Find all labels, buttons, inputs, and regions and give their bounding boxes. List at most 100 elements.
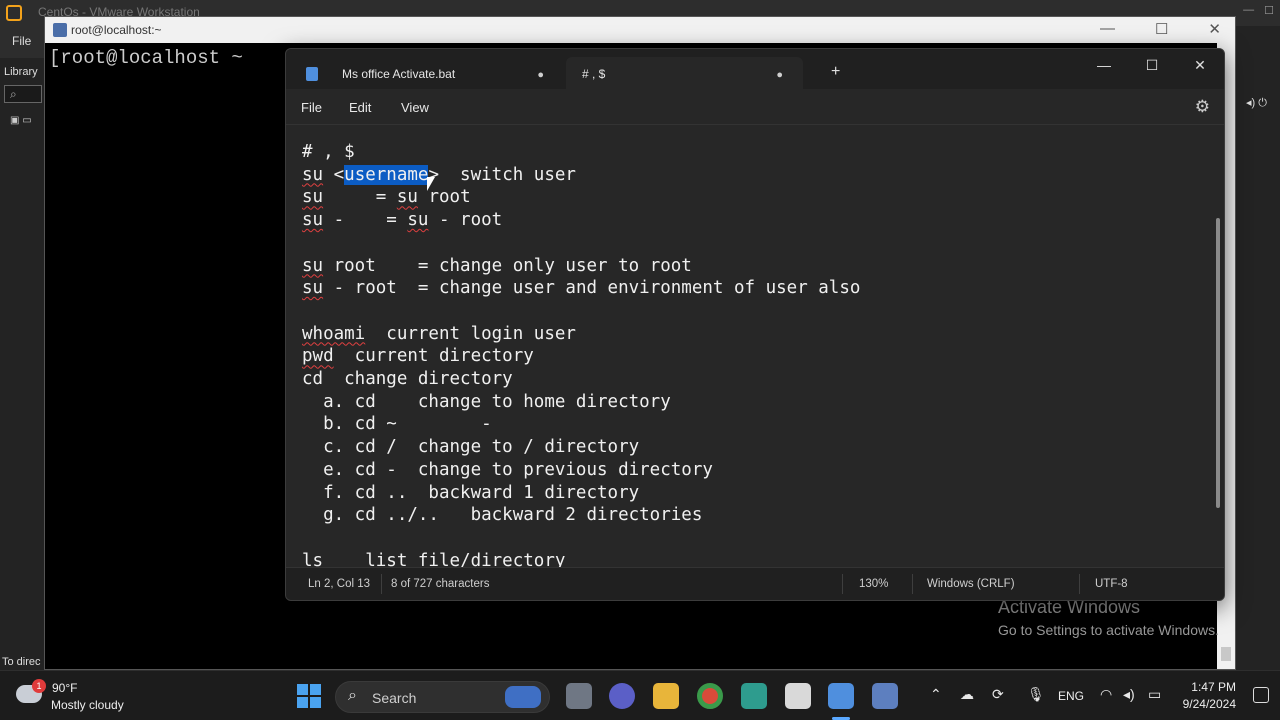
text-line: > switch user [428, 164, 576, 185]
mouse-cursor-icon [427, 177, 435, 191]
status-divider [842, 574, 843, 594]
tab-label: # , $ [582, 67, 606, 81]
console-minimize-icon[interactable]: — [1100, 20, 1115, 38]
menu-view[interactable]: View [401, 100, 429, 115]
onedrive-icon[interactable]: ☁ [960, 686, 974, 703]
menu-edit[interactable]: Edit [349, 100, 371, 115]
text-line: - = [323, 210, 408, 231]
text-line: su [396, 187, 418, 208]
activate-windows-watermark: Activate Windows Go to Settings to activ… [998, 597, 1219, 638]
language-indicator[interactable]: ENG [1058, 689, 1084, 703]
start-button[interactable] [297, 684, 321, 708]
notepad-window: Ms office Activate.bat ● # , $ ● + — ☐ ✕… [285, 48, 1225, 601]
sync-icon[interactable]: ⟳ [992, 686, 1004, 703]
terminal-icon [53, 23, 67, 37]
editor-content[interactable]: # , $ su <username> switch user su = su … [302, 141, 860, 569]
close-icon[interactable]: ✕ [1176, 49, 1224, 81]
selected-text: username [344, 164, 429, 185]
console-close-icon[interactable]: ✕ [1208, 20, 1221, 38]
tab-active-document[interactable]: # , $ ● [566, 57, 803, 89]
editor-scrollbar[interactable] [1216, 218, 1220, 508]
weather-description: Mostly cloudy [51, 698, 124, 712]
menu-file[interactable]: File [301, 100, 322, 115]
battery-icon[interactable]: ▭ [1148, 686, 1161, 703]
encoding[interactable]: UTF-8 [1095, 578, 1128, 590]
text-line: current login user [365, 323, 576, 344]
zoom-level[interactable]: 130% [859, 578, 888, 590]
text-editor[interactable]: # , $ su <username> switch user su = su … [286, 126, 1224, 569]
notification-center-icon[interactable] [1253, 687, 1269, 703]
line-ending[interactable]: Windows (CRLF) [927, 578, 1015, 590]
desktop: CentOs - VMware Workstation — ☐ File Lib… [0, 0, 1280, 720]
text-line: whoami [302, 323, 366, 344]
text-line: root = change only user to root [323, 255, 692, 276]
windows-logo-icon [297, 684, 308, 695]
text-line: su [302, 255, 324, 276]
minimize-icon[interactable]: — [1080, 49, 1128, 81]
search-label: Search [372, 690, 417, 706]
console-titlebar: root@localhost:~ — ☐ ✕ [45, 17, 1235, 43]
notepad-icon [306, 67, 318, 81]
taskbar: 1 90°F Mostly cloudy ⌕ Search ⌃ ☁ ⟳ 🎙 EN… [0, 670, 1280, 720]
file-explorer-icon[interactable] [653, 683, 679, 709]
tab-ms-office-activate[interactable]: Ms office Activate.bat ● [296, 57, 564, 89]
notepad-taskbar-icon[interactable] [828, 683, 854, 709]
text-line: g. cd ../.. backward 2 directories [302, 505, 703, 526]
notepad-statusbar: Ln 2, Col 13 8 of 727 characters 130% Wi… [286, 567, 1224, 600]
activate-subtitle: Go to Settings to activate Windows. [998, 622, 1219, 638]
text-line: e. cd - change to previous directory [302, 459, 713, 480]
clock-time: 1:47 PM [1191, 680, 1236, 694]
text-line: su [407, 210, 429, 231]
vmware-logo-icon [6, 5, 22, 21]
wifi-icon[interactable]: ◠ [1100, 686, 1112, 703]
notification-badge: 1 [32, 679, 46, 693]
console-maximize-icon[interactable]: ☐ [1155, 20, 1168, 38]
text-line: a. cd change to home directory [302, 391, 671, 412]
new-tab-button[interactable]: + [831, 63, 840, 81]
tab-label: Ms office Activate.bat [342, 67, 456, 81]
vmware-library-panel: Library ⌕ ▣ ▭ To direc [0, 58, 46, 670]
text-line: - root = change user and environment of … [323, 278, 861, 299]
text-line: root [417, 187, 471, 208]
clock[interactable]: 1:47 PM 9/24/2024 [1180, 680, 1236, 711]
maximize-icon[interactable]: ☐ [1128, 49, 1176, 81]
text-line: c. cd / change to / directory [302, 437, 640, 458]
text-line: - root [428, 210, 503, 231]
taskbar-search[interactable]: ⌕ Search [335, 681, 550, 713]
text-line: cd change directory [302, 369, 513, 390]
office-icon[interactable] [785, 683, 811, 709]
vmware-icon[interactable] [741, 683, 767, 709]
library-tree-item[interactable]: ▣ ▭ [10, 115, 32, 126]
text-line: current directory [333, 346, 534, 367]
unsaved-dot-icon[interactable]: ● [537, 69, 544, 81]
console-prompt: [root@localhost ~ [49, 47, 243, 69]
gear-icon[interactable]: ⚙ [1195, 97, 1210, 117]
cursor-position: Ln 2, Col 13 [308, 578, 371, 590]
teams-icon[interactable] [609, 683, 635, 709]
chrome-icon[interactable] [697, 683, 723, 709]
network-app-icon[interactable] [872, 683, 898, 709]
task-view-icon[interactable] [566, 683, 592, 709]
library-search-input[interactable]: ⌕ [4, 85, 42, 103]
console-title: root@localhost:~ [71, 23, 162, 37]
status-divider [1079, 574, 1080, 594]
text-line: = [323, 187, 397, 208]
text-line: b. cd ~ - [302, 414, 492, 435]
console-scrollbar-thumb[interactable] [1221, 647, 1231, 661]
text-line: su [302, 187, 324, 208]
status-divider [381, 574, 382, 594]
chevron-up-icon[interactable]: ⌃ [930, 686, 942, 703]
vmware-menu-file[interactable]: File [12, 34, 31, 48]
vmware-maximize-icon[interactable]: ☐ [1264, 4, 1274, 17]
text-line: su [302, 164, 324, 185]
notepad-tabbar: Ms office Activate.bat ● # , $ ● + — ☐ ✕ [286, 49, 1224, 89]
volume-icon[interactable]: ◂) [1123, 686, 1135, 703]
console-window-controls: — ☐ ✕ [1100, 20, 1221, 38]
vmware-minimize-icon[interactable]: — [1243, 4, 1254, 17]
text-line: < [323, 164, 345, 185]
microphone-icon[interactable]: 🎙 [1027, 686, 1045, 703]
unsaved-dot-icon[interactable]: ● [776, 69, 783, 81]
power-icon[interactable]: ◂) ⏻ [1246, 96, 1267, 110]
windows-logo-icon [310, 697, 321, 708]
status-divider [912, 574, 913, 594]
